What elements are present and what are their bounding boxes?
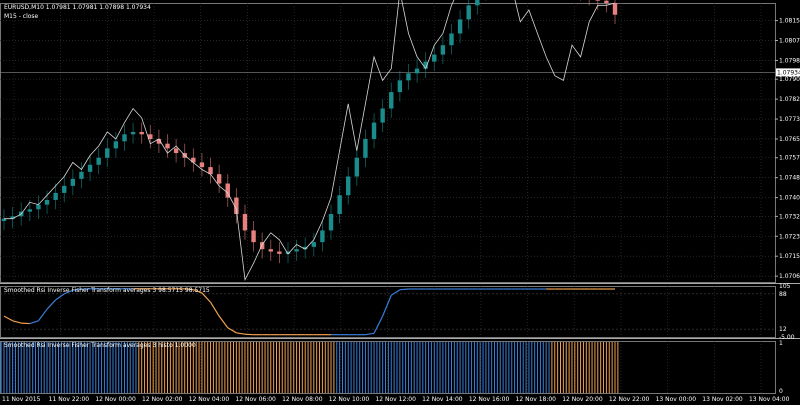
candle-body (337, 195, 342, 215)
time-tick-label: 13 Nov 04:00 (749, 396, 790, 403)
histo-axis-label: 0 (779, 388, 783, 395)
time-tick-label: 12 Nov 18:00 (516, 396, 557, 403)
candle-body (139, 131, 144, 135)
time-tick-label: 12 Nov 02:00 (142, 396, 183, 403)
candle-body (113, 141, 119, 149)
indicator1-label: Smoothed Rsi Inverse Fisher Transform av… (4, 287, 210, 294)
candle-body (216, 174, 222, 184)
candle-body (277, 251, 282, 254)
candle-body (363, 138, 368, 158)
candle-body (199, 162, 205, 168)
price-tick-label: 1.07150 (779, 253, 800, 260)
rsi-axis-label: 88 (779, 291, 787, 298)
price-tick-label: 1.07400 (779, 195, 800, 202)
rsi-axis-label: 105 (779, 283, 791, 290)
time-tick-label: 12 Nov 06:00 (235, 396, 276, 403)
candle-body (27, 209, 33, 212)
price-tick-label: 1.07570 (779, 155, 800, 162)
candle-body (165, 143, 170, 149)
indicator2-label: Smoothed Rsi Inverse Fisher Transform av… (4, 342, 196, 349)
candle-body (191, 157, 196, 163)
candle-body (440, 45, 446, 55)
candle-body (96, 157, 101, 165)
time-tick-label: 12 Nov 04:00 (189, 396, 230, 403)
time-tick-label: 12 Nov 10:00 (329, 396, 370, 403)
candle-body (53, 192, 58, 200)
time-tick-label: 13 Nov 00:00 (656, 396, 697, 403)
candle-body (122, 134, 127, 142)
time-axis: 11 Nov 2015 11 Nov 22:00 12 Nov 00:00 12 No… (2, 396, 790, 403)
candle-body (311, 242, 317, 247)
candle-body (406, 73, 411, 81)
price-tick-label: 1.08070 (779, 38, 800, 45)
current-price-tag-text: 1.07934 (777, 69, 800, 76)
price-tick-label: 1.07485 (779, 175, 800, 182)
price-tick-label: 1.07985 (779, 57, 800, 64)
candle-body (36, 204, 41, 210)
candle-body (414, 68, 420, 74)
candle-body (87, 164, 93, 172)
candle-body (242, 214, 248, 231)
rsi-segment (399, 288, 409, 291)
price-tick-label: 1.07320 (779, 213, 800, 220)
candle-body (457, 19, 463, 34)
candle-body (612, 3, 618, 15)
chart-canvas[interactable]: 1.08155 1.08070 1.07985 1.07905 1.07820 1.077… (0, 0, 800, 405)
rsi-axis-label: 12 (779, 326, 787, 333)
time-tick-label: 11 Nov 2015 (2, 396, 41, 403)
price-tick-label: 1.08155 (779, 18, 800, 25)
close-line-label: M15 - close (4, 13, 39, 20)
candle-body (251, 230, 256, 243)
time-tick-label: 12 Nov 00:00 (95, 396, 136, 403)
time-tick-label: 12 Nov 14:00 (422, 396, 463, 403)
candle-body (380, 108, 385, 123)
candle-body (432, 54, 437, 62)
candle-body (346, 176, 351, 196)
candle-body (268, 249, 273, 252)
time-tick-label: 12 Nov 08:00 (282, 396, 323, 403)
symbol-title: EURUSD,M10 1.07981 1.07981 1.07898 1.079… (4, 4, 151, 11)
candle-body (79, 171, 84, 179)
time-tick-label: 12 Nov 12:00 (375, 396, 416, 403)
candle-body (328, 214, 334, 231)
price-tick-label: 1.07905 (779, 76, 800, 83)
candle-body (475, 0, 480, 6)
candle-body (389, 92, 394, 109)
time-tick-label: 12 Nov 20:00 (562, 396, 603, 403)
candle-body (294, 249, 299, 252)
candle-body (105, 148, 110, 158)
candle-body (604, 0, 609, 3)
time-tick-label: 13 Nov 02:00 (702, 396, 743, 403)
price-tick-label: 1.07065 (779, 273, 800, 280)
time-tick-label: 11 Nov 22:00 (49, 396, 90, 403)
candle-body (173, 148, 179, 154)
candle-body (44, 199, 50, 205)
candle-body (354, 157, 360, 177)
price-tick-label: 1.07820 (779, 96, 800, 103)
candle-body (320, 230, 325, 243)
candle-body (62, 185, 67, 193)
candle-body (466, 5, 471, 20)
candle-body (449, 33, 454, 46)
price-tick-label: 1.07650 (779, 136, 800, 143)
candle-body (595, 0, 600, 1)
candle-body (397, 80, 403, 93)
candle-body (130, 131, 136, 135)
histo-axis-label: 1 (779, 340, 783, 347)
time-tick-label: 12 Nov 22:00 (609, 396, 650, 403)
candle-body (371, 122, 377, 139)
time-tick-label: 12 Nov 16:00 (469, 396, 510, 403)
price-tick-label: 1.07735 (779, 116, 800, 123)
price-tick-label: 1.07235 (779, 233, 800, 240)
candle-body (70, 178, 76, 186)
